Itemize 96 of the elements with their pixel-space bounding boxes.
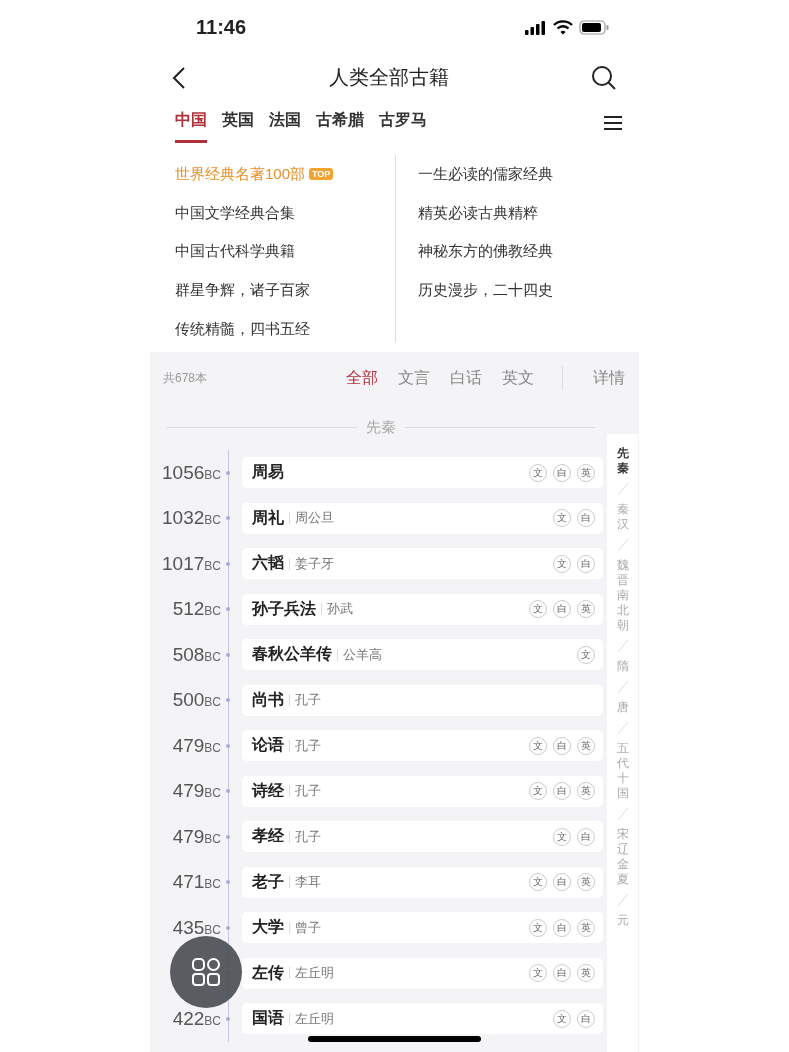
book-title: 孝经 [252,826,284,847]
year-label: 479BC [171,734,221,757]
book-card[interactable]: 老子 李耳 文 白 英 [242,866,603,898]
year-label: 479BC [171,825,221,848]
book-title: 大学 [252,917,284,938]
year-label: 1017BC [161,552,221,575]
collection-link[interactable]: 传统精髓，四书五经 [175,319,310,339]
era-index-item[interactable]: 先秦 [616,446,629,476]
back-icon[interactable] [172,65,186,90]
book-author: 孔子 [289,830,321,843]
book-card[interactable]: 周易 文 白 英 [242,457,603,489]
book-title: 周易 [252,462,284,483]
book-author: 曾子 [289,921,321,934]
year-label: 471BC [171,871,221,894]
timeline-dot [226,607,230,612]
slash-divider [616,639,629,653]
book-card[interactable]: 论语 孔子 文 白 英 [242,730,603,762]
country-tab[interactable]: 法国 [269,103,301,143]
timeline-dot [226,516,230,521]
book-title: 尚书 [252,689,284,710]
wifi-icon [553,20,573,35]
book-card[interactable]: 春秋公羊传 公羊高 文 [242,639,603,671]
menu-icon[interactable] [603,115,623,131]
page-title: 人类全部古籍 [328,65,449,90]
book-card[interactable]: 诗经 孔子 文 白 英 [242,775,603,807]
book-author: 孔子 [289,739,321,752]
timeline-dot [226,789,230,794]
book-author: 李耳 [289,876,321,889]
book-title: 左传 [252,962,284,983]
book-author: 公羊高 [337,648,382,661]
book-count: 共678本 [163,369,208,387]
year-label: 508BC [171,643,221,666]
book-card[interactable]: 左传 左丘明 文 白 英 [242,957,603,989]
country-tab[interactable]: 古罗马 [379,103,427,143]
year-label: 435BC [171,916,221,939]
book-author: 左丘明 [289,967,334,980]
timeline-dot [226,743,230,748]
collection-link[interactable]: 群星争辉，诸子百家 [175,280,310,300]
book-title: 春秋公羊传 [252,644,332,665]
year-label: 512BC [171,598,221,621]
collection-link[interactable]: 历史漫步，二十四史 [418,280,553,300]
search-icon[interactable] [591,64,617,91]
battery-icon [579,20,609,35]
timeline-dot [226,652,230,657]
book-title: 周礼 [252,507,284,528]
timeline-dot [226,1016,230,1021]
book-title: 孙子兵法 [252,598,316,619]
slash-divider [616,538,629,552]
book-title: 论语 [252,735,284,756]
year-label: 422BC [171,1007,221,1030]
book-card[interactable]: 孙子兵法 孙武 文 白 英 [242,593,603,625]
book-card[interactable]: 大学 曾子 文 白 英 [242,912,603,944]
status-time: 11:46 [196,16,247,39]
timeline-dot [226,880,230,885]
timeline-dot [226,561,230,566]
timeline-dot [226,698,230,703]
book-card[interactable]: 尚书 孔子 [242,684,603,716]
timeline-dot [226,470,230,475]
book-title: 国语 [252,1008,284,1029]
country-tab[interactable]: 中国 [175,103,207,143]
book-card[interactable]: 周礼 周公旦 文 白 [242,502,603,534]
slash-divider [616,482,629,496]
book-author: 姜子牙 [289,557,334,570]
slash-divider [616,807,629,821]
slash-divider [616,680,629,694]
book-author: 孙武 [321,603,353,616]
book-title: 诗经 [252,780,284,801]
collection-link[interactable]: 中国文学经典合集 [175,203,295,223]
book-author: 周公旦 [289,512,334,525]
year-label: 479BC [171,780,221,803]
collection-link[interactable]: 精英必读古典精粹 [418,203,538,223]
collection-link[interactable]: 一生必读的儒家经典 [418,164,553,184]
top-badge: TOP [309,168,334,181]
book-author: 孔子 [289,694,321,707]
book-title: 六韬 [252,553,284,574]
section-title: 先秦 [365,417,396,437]
timeline-dot [226,834,230,839]
country-tab[interactable]: 英国 [222,103,254,143]
book-author: 孔子 [289,785,321,798]
country-tab[interactable]: 古希腊 [316,103,364,143]
book-title: 老子 [252,871,284,892]
book-card[interactable]: 孝经 孔子 文 白 [242,821,603,853]
filter-tab[interactable]: 全部 [346,367,378,389]
slash-divider [616,721,629,735]
year-label: 1056BC [161,461,221,484]
collection-link[interactable]: 中国古代科学典籍 [175,242,295,262]
book-card[interactable]: 六韬 姜子牙 文 白 [242,548,603,580]
collection-link[interactable]: 神秘东方的佛教经典 [418,242,553,262]
slash-divider [616,893,629,907]
year-label: 1032BC [161,507,221,530]
book-card[interactable]: 国语 左丘明 文 白 [242,1003,603,1035]
signal-icon [525,20,547,35]
grid-icon [191,957,221,987]
book-author: 左丘明 [289,1012,334,1025]
timeline-dot [226,925,230,930]
year-label: 500BC [171,689,221,712]
